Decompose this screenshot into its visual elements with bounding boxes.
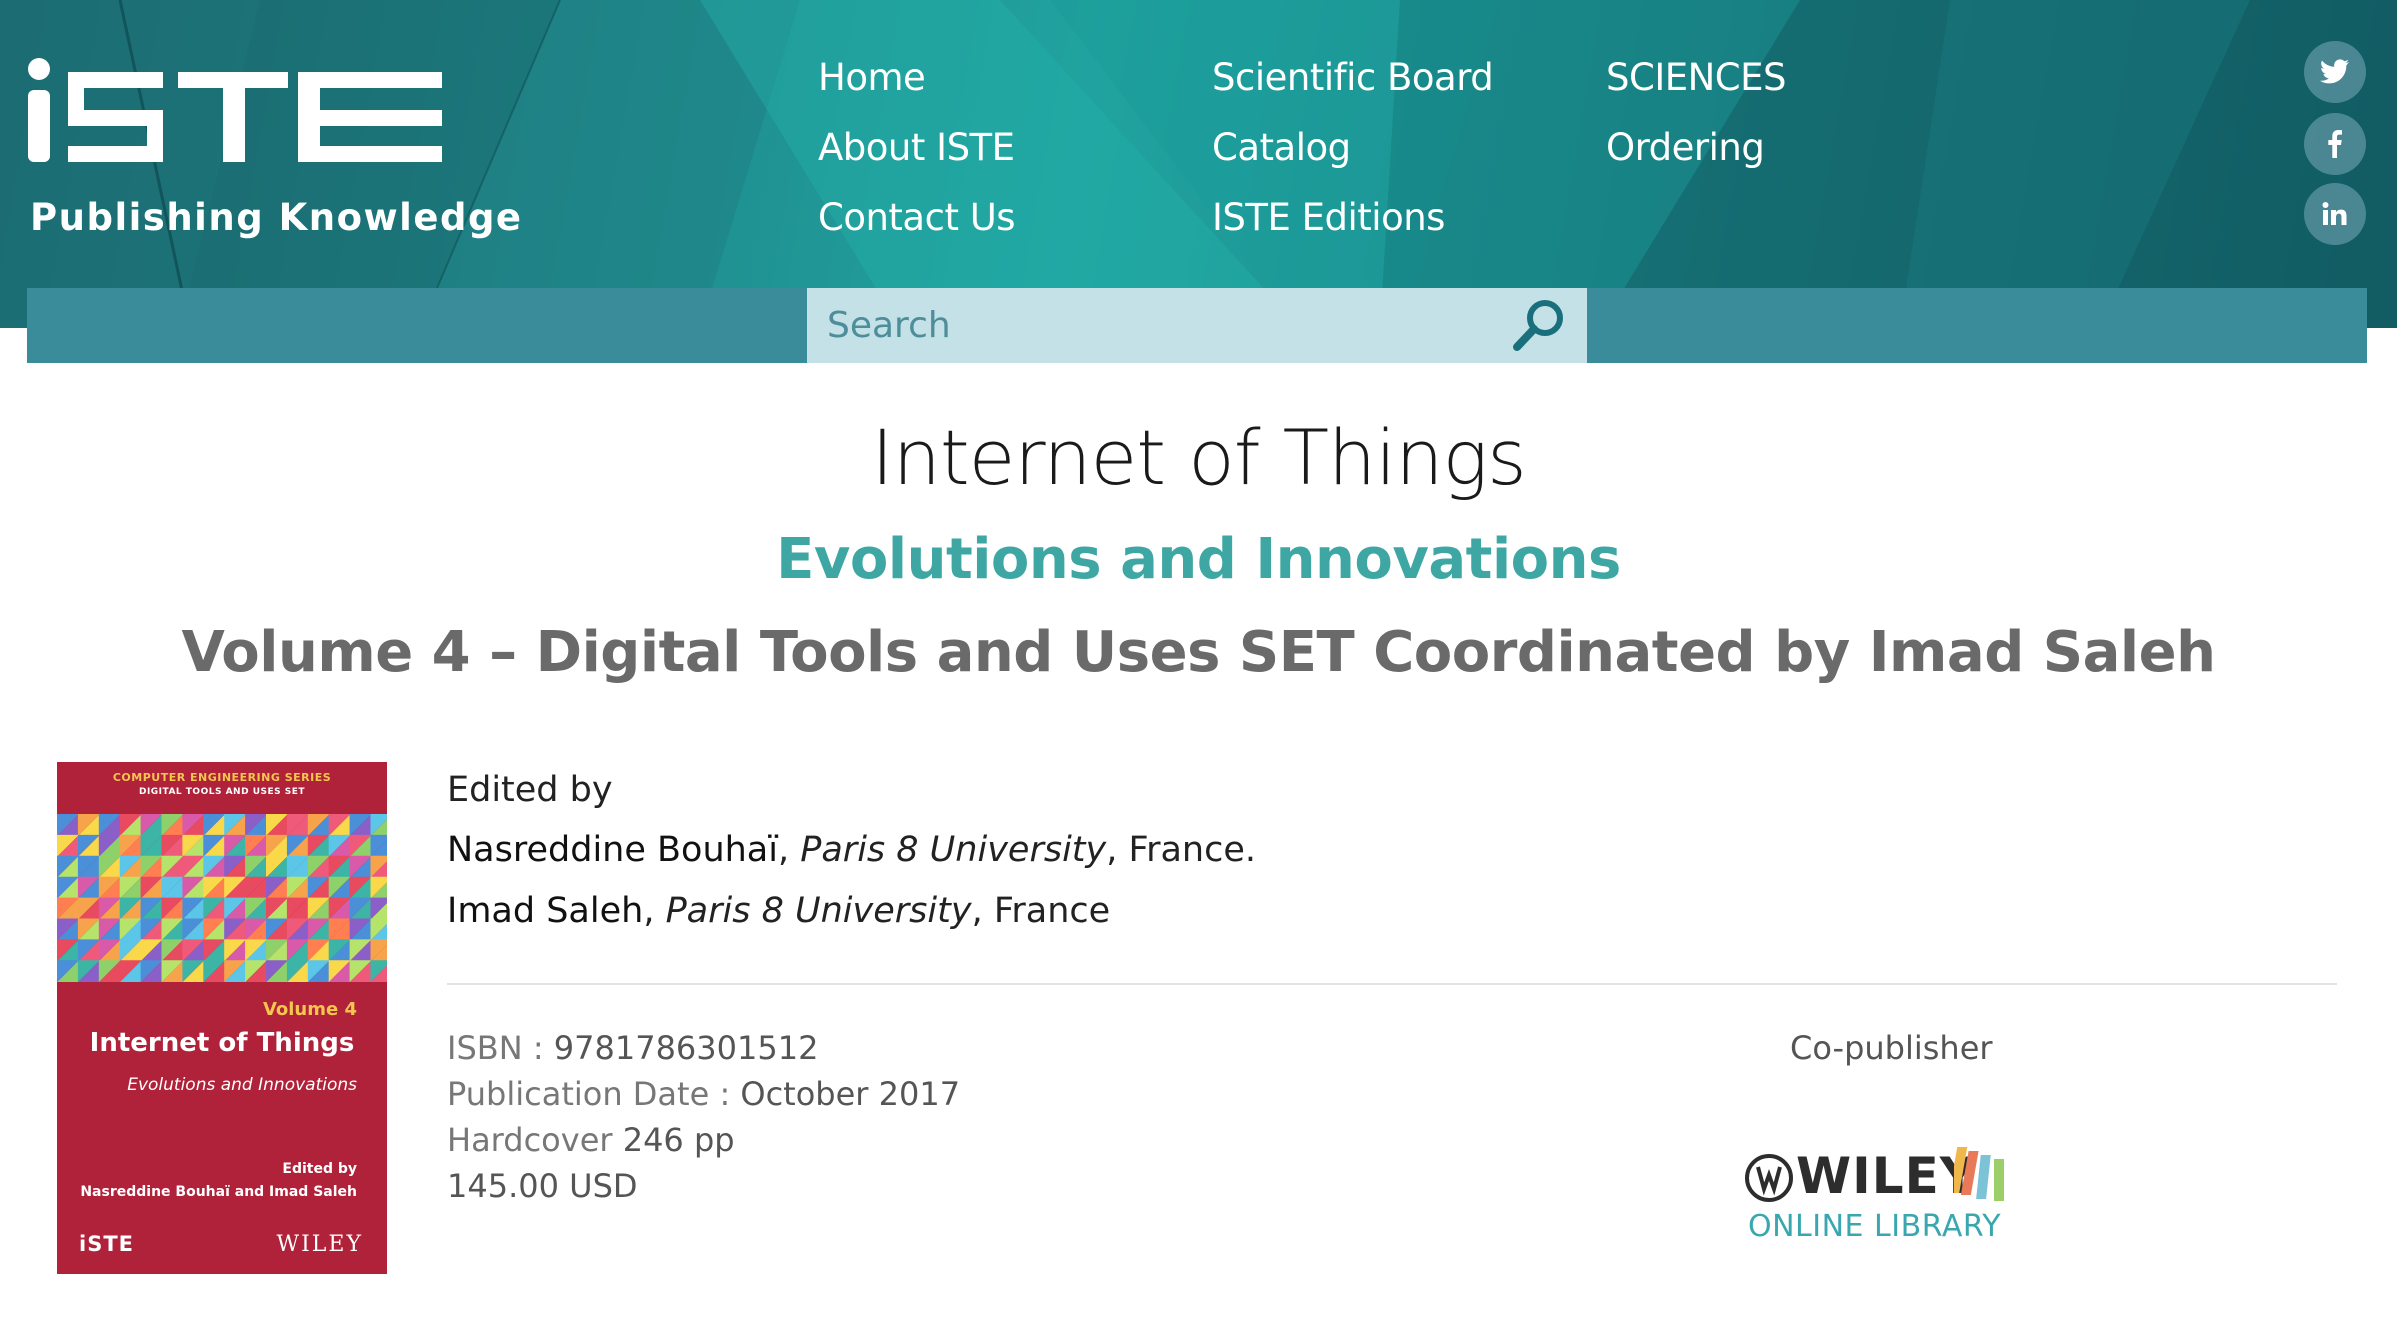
nav-catalog[interactable]: Catalog — [1212, 126, 1351, 169]
twitter-button[interactable] — [2304, 41, 2366, 103]
facebook-button[interactable] — [2304, 113, 2366, 175]
nav-sciences[interactable]: SCIENCES — [1606, 56, 1787, 99]
twitter-icon — [2320, 59, 2349, 84]
cover-series: COMPUTER ENGINEERING SERIES — [112, 771, 332, 784]
edited-by-label: Edited by — [447, 770, 613, 810]
editor-country: , France. — [1106, 830, 1256, 870]
linkedin-button[interactable] — [2304, 183, 2366, 245]
isbn-value: 9781786301512 — [553, 1029, 819, 1067]
book-subtitle: Evolutions and Innovations — [776, 527, 1621, 592]
editor-country: , France — [971, 891, 1111, 931]
editor-name: Nasreddine Bouhaï — [447, 830, 778, 870]
wiley-brand: WILEY — [1796, 1147, 1977, 1205]
search-icon — [1513, 300, 1563, 351]
facebook-icon — [2328, 130, 2342, 158]
cover-editors: Nasreddine Bouhaï and Imad Saleh — [80, 1184, 357, 1200]
price: 145.00 USD — [447, 1167, 638, 1205]
wiley-seal-icon — [1745, 1154, 1793, 1202]
cover-volume: Volume 4 — [262, 999, 357, 1020]
editor-line: Nasreddine Bouhaï, Paris 8 University, F… — [447, 830, 1256, 870]
editor-name: Imad Saleh — [447, 891, 644, 931]
pubdate-value: October 2017 — [740, 1075, 961, 1113]
divider — [447, 983, 2337, 985]
price-value: 145.00 USD — [447, 1167, 638, 1205]
isbn-line: ISBN : 9781786301512 — [447, 1029, 818, 1067]
cover-set: DIGITAL TOOLS AND USES SET — [138, 787, 306, 797]
search-box — [807, 288, 1587, 363]
pubdate-label: Publication Date : — [447, 1075, 741, 1113]
nav-iste-editions[interactable]: ISTE Editions — [1212, 196, 1445, 239]
online-library-text: ONLINE LIBRARY — [1748, 1209, 2002, 1244]
cover-iste-logo: iSTE — [79, 1232, 134, 1256]
cover-mosaic-pattern — [57, 814, 387, 982]
format-line: Hardcover 246 pp — [447, 1121, 735, 1159]
format-label: Hardcover — [447, 1121, 623, 1159]
copublisher-label: Co-publisher — [1790, 1029, 1993, 1067]
nav-ordering[interactable]: Ordering — [1606, 126, 1765, 169]
linkedin-icon — [2322, 202, 2347, 225]
editor-line: Imad Saleh, Paris 8 University, France — [447, 891, 1111, 931]
isbn-label: ISBN : — [447, 1029, 554, 1067]
book-cover[interactable]: COMPUTER ENGINEERING SERIES DIGITAL TOOL… — [57, 762, 387, 1274]
cover-edited-by: Edited by — [282, 1161, 357, 1177]
tagline: Publishing Knowledge — [30, 196, 523, 239]
search-input[interactable] — [827, 296, 1487, 354]
page-title: Internet of Things — [871, 413, 1526, 502]
nav-contact[interactable]: Contact Us — [818, 196, 1016, 239]
search-button[interactable] — [1507, 294, 1571, 358]
site-header: Publishing Knowledge Home About ISTE Con… — [0, 0, 2397, 328]
editor-affiliation: Paris 8 University — [800, 830, 1107, 870]
nav-about[interactable]: About ISTE — [818, 126, 1015, 169]
main-nav: Home About ISTE Contact Us Scientific Bo… — [818, 52, 1918, 272]
wiley-online-library-logo[interactable]: WILEY ONLINE LIBRARY — [1744, 1143, 2024, 1248]
editor-affiliation: Paris 8 University — [665, 891, 972, 931]
cover-title: Internet of Things — [89, 1028, 355, 1058]
nav-home[interactable]: Home — [818, 56, 926, 99]
nav-scientific-board[interactable]: Scientific Board — [1212, 56, 1494, 99]
pages-value: 246 pp — [622, 1121, 735, 1159]
cover-wiley-logo: WILEY — [276, 1232, 363, 1257]
volume-line: Volume 4 – Digital Tools and Uses SET Co… — [181, 620, 2216, 685]
iste-logo-mark — [28, 58, 442, 162]
pubdate-line: Publication Date : October 2017 — [447, 1075, 960, 1113]
cover-subtitle: Evolutions and Innovations — [127, 1075, 357, 1095]
library-books-icon — [1954, 1147, 2004, 1201]
